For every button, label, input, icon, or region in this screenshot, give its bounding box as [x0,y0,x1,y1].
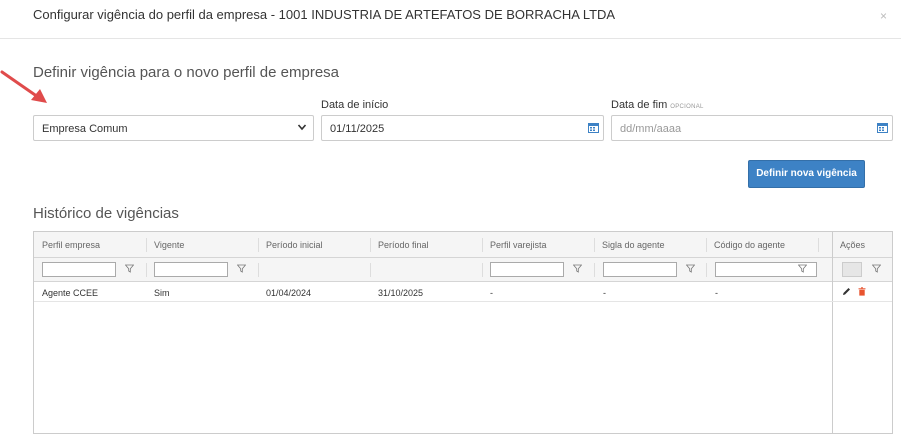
column-divider [706,263,707,277]
column-divider [818,238,819,252]
cell-vigente: Sim [154,288,170,298]
close-icon[interactable]: × [880,9,887,23]
start-date-input[interactable]: 01/11/2025 [321,115,604,141]
table-row[interactable]: Agente CCEE Sim 01/04/2024 31/10/2025 - … [34,282,832,302]
start-date-label: Data de início [321,99,389,111]
column-divider [146,263,147,277]
filter-icon[interactable] [798,264,807,273]
row-actions [832,282,892,302]
chevron-down-icon [297,124,307,131]
column-header[interactable]: Perfil empresa [34,232,100,258]
modal-header: Configurar vigência do perfil da empresa… [0,0,901,39]
column-header[interactable]: Perfil varejista [482,232,547,258]
start-date-value: 01/11/2025 [330,123,385,135]
cell-codigo-agente: - [715,288,718,298]
filter-input-sigla-agente[interactable] [603,262,677,277]
calendar-icon[interactable] [588,122,599,133]
filter-icon[interactable] [125,264,134,273]
column-divider [482,263,483,277]
history-grid: Perfil empresa Vigente Período inicial P… [33,231,893,434]
column-header[interactable]: Sigla do agente [594,232,665,258]
pencil-icon[interactable] [842,287,851,296]
filter-icon[interactable] [237,264,246,273]
calendar-icon[interactable] [877,122,888,133]
filter-icon[interactable] [573,264,582,273]
profile-select-value: Empresa Comum [42,123,128,135]
optional-tag: OPCIONAL [670,104,704,110]
end-date-label-text: Data de fim [611,99,668,111]
column-header[interactable]: Código do agente [706,232,785,258]
column-header[interactable]: Vigente [146,232,184,258]
filter-row [34,258,892,282]
column-divider [258,263,259,277]
filter-input-perfil-empresa[interactable] [42,262,116,277]
new-profile-section-title: Definir vigência para o novo perfil de e… [33,64,339,81]
trash-icon[interactable] [858,287,866,296]
define-new-validity-button[interactable]: Definir nova vigência [748,160,865,188]
filter-icon[interactable] [686,264,695,273]
cell-periodo-final: 31/10/2025 [378,288,424,298]
actions-column [832,232,892,433]
column-divider [594,263,595,277]
cell-perfil-varejista: - [490,288,493,298]
filter-input-perfil-varejista[interactable] [490,262,564,277]
profile-select[interactable]: Empresa Comum [33,115,314,141]
end-date-placeholder: dd/mm/aaaa [620,123,682,135]
end-date-label: Data de fim OPCIONAL [611,99,704,111]
column-header[interactable]: Período inicial [258,232,323,258]
cell-sigla-agente: - [603,288,606,298]
filter-input-vigente[interactable] [154,262,228,277]
column-header[interactable]: Período final [370,232,429,258]
cell-perfil-empresa: Agente CCEE [42,288,99,298]
grid-header: Perfil empresa Vigente Período inicial P… [34,232,892,258]
history-section-title: Histórico de vigências [33,205,179,222]
cell-periodo-inicial: 01/04/2024 [266,288,312,298]
end-date-input[interactable]: dd/mm/aaaa [611,115,893,141]
modal-title: Configurar vigência do perfil da empresa… [33,7,616,22]
column-divider [370,263,371,277]
